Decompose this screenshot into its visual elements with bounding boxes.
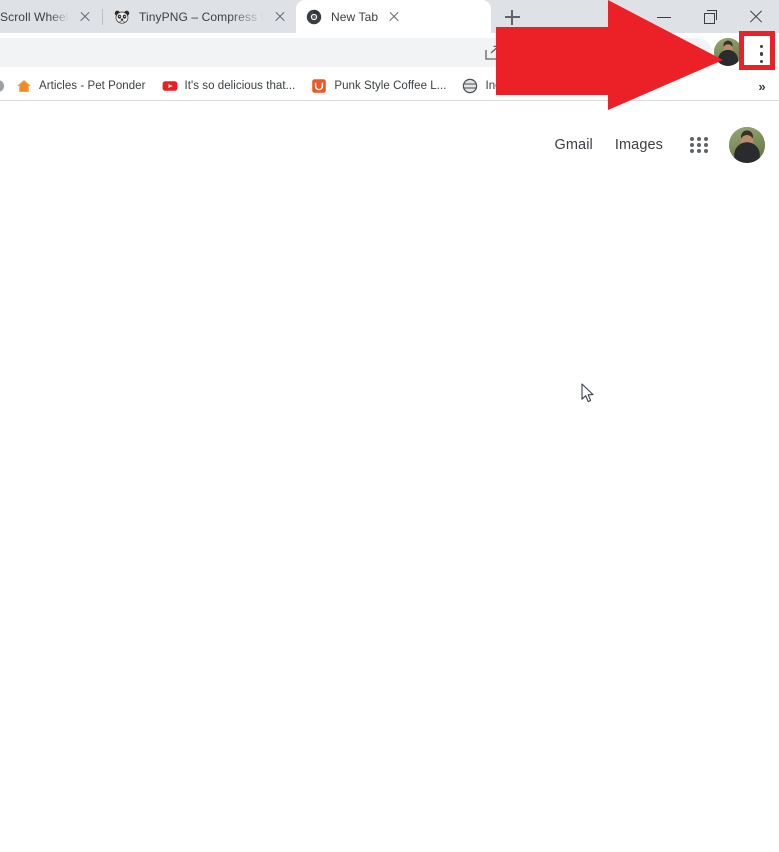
bookmark-item-partial[interactable]	[0, 74, 8, 98]
globe-icon	[460, 78, 481, 94]
bookmark-label: Articles - Pet Ponder	[39, 80, 146, 92]
bookmark-item-index[interactable]: Index	[454, 74, 521, 98]
minimize-icon[interactable]	[641, 0, 687, 33]
strawberry-icon	[530, 78, 546, 94]
tab-title: TinyPNG – Compress Web	[139, 9, 264, 24]
bookmark-item-youtube[interactable]: It's so delicious that...	[154, 74, 304, 98]
tab-close-icon[interactable]	[384, 7, 404, 27]
address-bar[interactable]	[0, 38, 712, 67]
house-icon	[16, 78, 32, 94]
profile-avatar-toolbar[interactable]	[714, 38, 742, 66]
close-icon[interactable]	[733, 0, 779, 33]
bookmark-item-punk-style-coffee[interactable]: Punk Style Coffee L...	[303, 74, 454, 98]
mouse-cursor	[581, 383, 594, 403]
google-apps-grid-icon[interactable]	[685, 131, 713, 159]
new-tab-button[interactable]	[495, 3, 529, 31]
share-icon[interactable]	[483, 44, 501, 62]
images-link[interactable]: Images	[615, 137, 663, 153]
bookmark-item-stick-cr[interactable]: Stick Cr	[522, 74, 602, 98]
tab-close-icon[interactable]	[270, 7, 290, 27]
bookmark-label: Index	[485, 80, 514, 92]
partial-favicon	[0, 78, 6, 94]
browser-toolbar	[0, 33, 779, 72]
tab-close-icon[interactable]	[75, 7, 95, 27]
youtube-icon	[162, 78, 178, 94]
bookmarks-overflow-button[interactable]: »	[751, 76, 773, 98]
three-dot-menu-icon[interactable]	[760, 45, 764, 67]
bookmark-label: Punk Style Coffee L...	[334, 80, 447, 92]
ntp-header: Gmail Images	[554, 121, 765, 169]
avatar	[714, 38, 742, 66]
chrome-icon	[306, 9, 322, 25]
gmail-link[interactable]: Gmail	[554, 137, 592, 153]
new-tab-page: Gmail Images	[0, 101, 779, 852]
annotation-highlight-box	[739, 31, 775, 70]
bookmarks-bar: Articles - Pet Ponder It's so delicious …	[0, 72, 779, 100]
tab-scroll-wheel[interactable]: Scroll Wheel C	[0, 0, 101, 33]
tab-new-tab[interactable]: New Tab	[296, 0, 491, 33]
avatar	[729, 127, 765, 163]
panda-icon	[114, 9, 130, 25]
bookmark-item-pet-ponder[interactable]: Articles - Pet Ponder	[8, 74, 154, 98]
tab-separator	[102, 9, 103, 25]
google-account-avatar[interactable]	[729, 127, 765, 163]
tab-title: New Tab	[331, 9, 379, 24]
window-controls	[641, 0, 779, 33]
bookmark-label: It's so delicious that...	[184, 80, 296, 92]
maximize-icon[interactable]	[687, 0, 733, 33]
tab-tinypng[interactable]: TinyPNG – Compress Web	[104, 0, 296, 33]
tab-strip: Scroll Wheel C TinyPNG – Compress Web	[0, 0, 779, 33]
coffee-icon	[311, 78, 327, 94]
bookmark-label: Stick Cr	[552, 80, 594, 92]
tab-title: Scroll Wheel C	[0, 9, 69, 24]
